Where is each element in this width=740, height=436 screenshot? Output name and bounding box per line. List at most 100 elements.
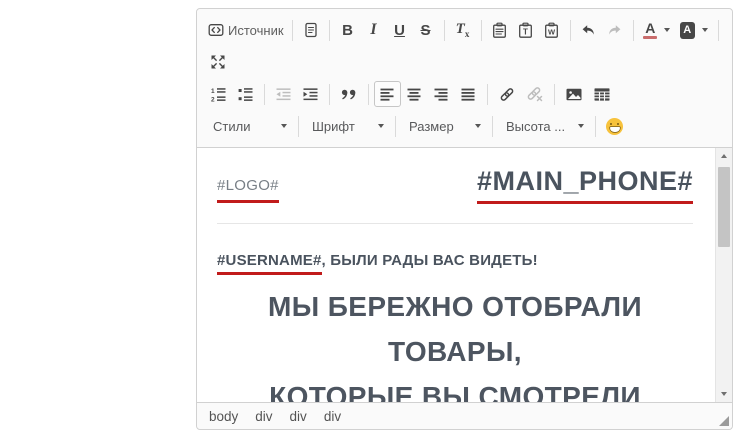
toolbar-separator	[329, 84, 330, 105]
paste-icon	[491, 22, 508, 39]
table-icon	[593, 86, 611, 103]
blockquote-icon	[340, 86, 358, 103]
justify-button[interactable]	[455, 81, 482, 107]
toolbar-separator	[570, 20, 571, 41]
scroll-down-icon	[721, 392, 727, 396]
background-color-button[interactable]: A	[675, 17, 713, 43]
redo-icon	[606, 22, 623, 39]
align-right-icon	[433, 86, 450, 103]
scrollbar-thumb[interactable]	[718, 167, 730, 247]
maximize-button[interactable]	[205, 49, 231, 75]
maximize-icon	[210, 54, 226, 70]
headline-line-2: ТОВАРЫ,	[217, 329, 693, 374]
resize-handle[interactable]	[719, 416, 729, 426]
decrease-indent-button[interactable]	[270, 81, 297, 107]
bold-button[interactable]: B	[335, 17, 361, 43]
undo-icon	[580, 22, 597, 39]
toolbar-row-3: 1 2	[205, 78, 724, 110]
paste-from-word-button[interactable]: W	[539, 17, 565, 43]
increase-indent-icon	[302, 86, 319, 103]
path-item-body[interactable]: body	[209, 409, 238, 424]
blockquote-button[interactable]	[335, 81, 363, 107]
path-item-div-1[interactable]: div	[255, 409, 272, 424]
remove-format-button[interactable]: Tx	[450, 17, 476, 43]
chevron-down-icon	[378, 124, 384, 128]
smiley-icon	[606, 118, 623, 135]
toolbar-separator	[633, 20, 634, 41]
source-icon	[208, 22, 224, 38]
link-icon	[498, 86, 516, 103]
numbered-list-button[interactable]: 1 2	[205, 81, 232, 107]
svg-text:T: T	[523, 27, 528, 36]
toolbar-separator	[487, 84, 488, 105]
image-button[interactable]	[560, 81, 588, 107]
align-center-icon	[406, 86, 423, 103]
paste-plain-text-icon: T	[517, 22, 534, 39]
line-height-dropdown-label: Высота ...	[506, 119, 565, 134]
link-button[interactable]	[493, 81, 521, 107]
toolbar-separator	[595, 116, 596, 137]
paste-plain-text-button[interactable]: T	[513, 17, 539, 43]
bulleted-list-button[interactable]	[232, 81, 259, 107]
source-button-label: Источник	[228, 23, 284, 38]
toolbar-separator	[395, 116, 396, 137]
image-icon	[565, 86, 583, 103]
editor-toolbar: Источник B I U S	[197, 9, 732, 148]
element-path-bar: body div div div	[197, 402, 732, 429]
emoji-button[interactable]	[601, 113, 628, 139]
text-color-button[interactable]: A	[639, 17, 675, 43]
remove-format-icon: Tx	[456, 22, 470, 39]
styles-dropdown-label: Стили	[213, 119, 250, 134]
chevron-down-icon	[475, 124, 481, 128]
align-right-button[interactable]	[428, 81, 455, 107]
greeting-text: , БЫЛИ РАДЫ ВАС ВИДЕТЬ!	[322, 252, 538, 269]
undo-button[interactable]	[576, 17, 602, 43]
email-template-document[interactable]: #LOGO# #MAIN_PHONE# #USERNAME#, БЫЛИ РАД…	[197, 148, 715, 402]
decrease-indent-icon	[275, 86, 292, 103]
bold-icon: B	[342, 23, 353, 38]
strikethrough-button[interactable]: S	[413, 17, 439, 43]
headline-line-1: МЫ БЕРЕЖНО ОТОБРАЛИ	[217, 284, 693, 329]
scroll-up-icon	[721, 154, 727, 158]
templates-button[interactable]	[298, 17, 324, 43]
italic-button[interactable]: I	[361, 17, 387, 43]
text-color-icon: A	[643, 21, 657, 39]
editor-content-area[interactable]: #LOGO# #MAIN_PHONE# #USERNAME#, БЫЛИ РАД…	[197, 148, 732, 402]
increase-indent-button[interactable]	[297, 81, 324, 107]
headline-line-3: КОТОРЫЕ ВЫ СМОТРЕЛИ	[217, 374, 693, 402]
greeting-line: #USERNAME#, БЫЛИ РАДЫ ВАС ВИДЕТЬ!	[217, 252, 693, 269]
toolbar-separator	[264, 84, 265, 105]
redo-button[interactable]	[602, 17, 628, 43]
italic-icon: I	[370, 22, 376, 38]
scroll-up-button[interactable]	[716, 148, 732, 164]
chevron-down-icon	[664, 28, 670, 32]
toolbar-row-2	[205, 46, 724, 78]
header-divider	[217, 223, 693, 224]
size-dropdown[interactable]: Размер	[401, 113, 487, 139]
toolbar-separator	[368, 84, 369, 105]
toolbar-row-1: Источник B I U S	[205, 14, 724, 46]
unlink-button[interactable]	[521, 81, 549, 107]
styles-dropdown[interactable]: Стили	[205, 113, 293, 139]
line-height-dropdown[interactable]: Высота ...	[498, 113, 590, 139]
path-item-div-3[interactable]: div	[324, 409, 341, 424]
toolbar-separator	[298, 116, 299, 137]
chevron-down-icon	[702, 28, 708, 32]
rich-text-editor: Источник B I U S	[196, 8, 733, 430]
chevron-down-icon	[281, 124, 287, 128]
table-button[interactable]	[588, 81, 616, 107]
scroll-down-button[interactable]	[716, 386, 732, 402]
paste-button[interactable]	[487, 17, 513, 43]
path-item-div-2[interactable]: div	[290, 409, 307, 424]
vertical-scrollbar[interactable]	[715, 148, 732, 402]
source-button[interactable]: Источник	[205, 17, 287, 43]
toolbar-row-4: Стили Шрифт Размер Высота ...	[205, 110, 724, 142]
chevron-down-icon	[578, 124, 584, 128]
font-dropdown[interactable]: Шрифт	[304, 113, 390, 139]
align-center-button[interactable]	[401, 81, 428, 107]
template-header-row: #LOGO# #MAIN_PHONE#	[217, 166, 693, 204]
size-dropdown-label: Размер	[409, 119, 454, 134]
align-left-button[interactable]	[374, 81, 401, 107]
logo-placeholder: #LOGO#	[217, 177, 279, 203]
underline-button[interactable]: U	[387, 17, 413, 43]
